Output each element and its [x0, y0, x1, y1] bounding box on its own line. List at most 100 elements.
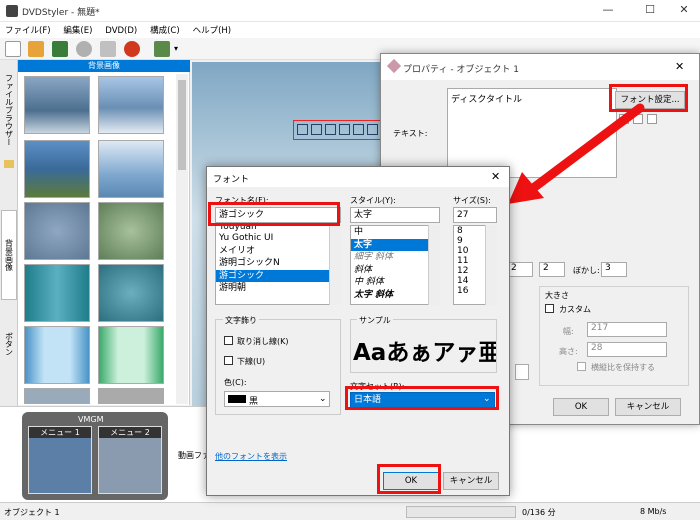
underline-checkbox[interactable]: [224, 356, 233, 365]
menu-help[interactable]: ヘルプ(H): [188, 22, 237, 38]
blur-value: 3: [605, 263, 611, 273]
font-list[interactable]: Youyuan Yu Gothic UI メイリオ 游明ゴシックN 游ゴシック …: [215, 225, 341, 305]
font-cancel-button[interactable]: キャンセル: [443, 472, 499, 490]
red-arrow-icon: [508, 103, 645, 204]
app-icon: [6, 5, 18, 17]
underline-label: 下線(U): [237, 357, 266, 366]
more-fonts-link[interactable]: 他のフォントを表示: [215, 451, 287, 462]
style-item[interactable]: 太字 斜体: [351, 289, 439, 302]
thumbnail[interactable]: [24, 140, 90, 198]
tools-icon[interactable]: [100, 41, 116, 57]
style-item[interactable]: 中: [351, 226, 439, 239]
settings-icon[interactable]: [76, 41, 92, 57]
menu-dvd[interactable]: DVD(D): [100, 24, 142, 38]
highlight-font-name: [208, 202, 340, 226]
chevron-down-icon[interactable]: ▾: [174, 44, 178, 53]
menu2-thumb[interactable]: メニュー 2: [98, 426, 162, 494]
menu-edit[interactable]: 編集(E): [58, 22, 97, 38]
chevron-down-icon: ⌄: [319, 394, 327, 404]
size-label: サイズ(S):: [453, 196, 491, 205]
maximize-button[interactable]: ☐: [636, 3, 664, 19]
size-value: 27: [457, 210, 469, 220]
blur-field[interactable]: 3: [601, 262, 627, 277]
effects-label: 文字飾り: [223, 315, 259, 326]
style-item[interactable]: 斜体: [351, 264, 439, 277]
tab-backgrounds[interactable]: 背景画像: [1, 210, 17, 300]
color-value: 黒: [249, 397, 259, 407]
keep-ratio-label: 横縦比を保持する: [591, 363, 655, 372]
save-icon[interactable]: [52, 41, 68, 57]
size-list-scrollbar[interactable]: [485, 225, 497, 305]
status-bar: オブジェクト 1 0/136 分 8 Mb/s: [0, 502, 700, 520]
style-item[interactable]: 中 斜体: [351, 276, 439, 289]
spin-field-2[interactable]: 2: [539, 262, 565, 277]
menu-file[interactable]: ファイル(F): [0, 22, 56, 38]
prop-cancel-button[interactable]: キャンセル: [615, 398, 681, 416]
background-panel: 背景画像: [18, 60, 190, 405]
size-field[interactable]: 27: [453, 207, 497, 223]
add-icon[interactable]: [154, 41, 170, 57]
app-title: DVDStyler - 無題*: [22, 8, 100, 18]
vmgm-group: VMGM メニュー 1 メニュー 2: [22, 412, 168, 500]
text-glyph: [353, 124, 364, 135]
thumbnail[interactable]: [98, 76, 164, 134]
font-item[interactable]: 游明ゴシックN: [216, 257, 340, 270]
open-folder-icon[interactable]: [28, 41, 44, 57]
burn-icon[interactable]: [124, 41, 140, 57]
style-item[interactable]: 細字 斜体: [351, 251, 439, 264]
style-value: 太字: [354, 210, 373, 220]
tab-file-browser[interactable]: ファイルブラウザー: [1, 66, 17, 154]
style-list[interactable]: 中 太字 細字 斜体 斜体 中 斜体 太字 斜体: [350, 225, 440, 305]
highlight-charset: [345, 386, 499, 410]
thumbnail[interactable]: [24, 202, 90, 260]
font-item[interactable]: メイリオ: [216, 245, 340, 258]
font-dialog-close-button[interactable]: ✕: [491, 170, 500, 183]
property-close-button[interactable]: ✕: [675, 60, 684, 73]
sample-label: サンプル: [357, 315, 393, 326]
thumbnail[interactable]: [24, 326, 90, 384]
text-label: テキスト:: [393, 129, 428, 138]
strikeout-checkbox[interactable]: [224, 336, 233, 345]
font-list-scrollbar[interactable]: [329, 225, 341, 305]
prop-ok-button[interactable]: OK: [553, 398, 609, 416]
status-progress-track: [406, 506, 516, 518]
text-glyph: [339, 124, 350, 135]
style-item-selected[interactable]: 太字: [351, 238, 439, 251]
font-item[interactable]: 游明朝: [216, 282, 340, 295]
thumbnail[interactable]: [98, 264, 164, 322]
font-item-selected[interactable]: 游ゴシック: [216, 269, 340, 282]
keep-ratio-checkbox[interactable]: [577, 362, 586, 371]
thumbnail[interactable]: [24, 388, 90, 404]
custom-checkbox[interactable]: [545, 304, 554, 313]
vmgm-label: VMGM: [78, 415, 104, 424]
new-file-icon[interactable]: [5, 41, 21, 57]
menu-config[interactable]: 構成(C): [145, 22, 185, 38]
scrollbar-thumb[interactable]: [178, 80, 186, 170]
sample-text: Aaあぁアァ亜: [353, 340, 496, 366]
style-label: スタイル(Y):: [350, 196, 396, 205]
main-titlebar: DVDStyler - 無題* — ☐ ✕: [0, 0, 700, 22]
font-dialog-titlebar: フォント ✕: [207, 167, 509, 187]
height-field[interactable]: 28: [587, 342, 667, 357]
style-list-scrollbar[interactable]: [428, 225, 440, 305]
font-item[interactable]: Yu Gothic UI: [216, 232, 340, 245]
thumbnail[interactable]: [98, 140, 164, 198]
style-field[interactable]: 太字: [350, 207, 440, 223]
spin-field-1[interactable]: 2: [507, 262, 533, 277]
tab-buttons[interactable]: ボタン: [1, 320, 17, 368]
width-field[interactable]: 217: [587, 322, 667, 337]
close-button[interactable]: ✕: [670, 3, 698, 19]
status-bitrate: 8 Mb/s: [640, 507, 667, 516]
status-duration: 0/136 分: [522, 508, 556, 517]
text-glyph: [325, 124, 336, 135]
thumbnail[interactable]: [24, 264, 90, 322]
thumbnail[interactable]: [98, 388, 164, 404]
spin-value-2: 2: [543, 263, 549, 273]
partial-spin-field[interactable]: [515, 364, 529, 380]
menu1-thumb[interactable]: メニュー 1: [28, 426, 92, 494]
color-select[interactable]: 黒 ⌄: [224, 391, 330, 407]
thumbnail[interactable]: [98, 326, 164, 384]
thumbnail[interactable]: [24, 76, 90, 134]
minimize-button[interactable]: —: [594, 3, 622, 19]
thumbnail[interactable]: [98, 202, 164, 260]
